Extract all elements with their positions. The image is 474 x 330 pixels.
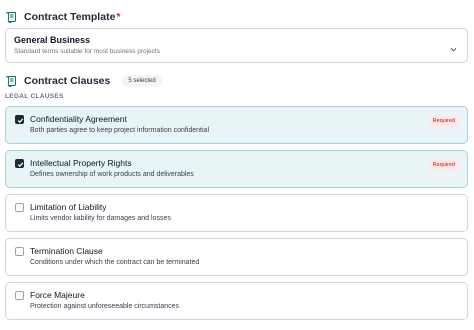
- selected-template-name: General Business: [14, 35, 91, 45]
- clause-checkbox[interactable]: [15, 159, 24, 168]
- clause-item[interactable]: Force Majeure Protection against unforese…: [5, 282, 468, 320]
- contract-template-header: Contract Template*: [5, 10, 121, 23]
- clause-description: Limits vendor liability for damages and …: [30, 215, 171, 222]
- check-icon: [17, 117, 23, 123]
- clause-description: Defines ownership of work products and d…: [30, 171, 194, 178]
- clause-item[interactable]: Termination Clause Conditions under which…: [5, 238, 468, 276]
- contract-clauses-header: Contract Clauses 5 selected: [5, 74, 162, 87]
- required-marker: *: [116, 10, 121, 23]
- clause-title: Confidentiality Agreement: [30, 114, 127, 124]
- clause-title: Intellectual Property Rights: [30, 158, 132, 168]
- clause-item[interactable]: Confidentiality Agreement Both parties ag…: [5, 106, 468, 144]
- clause-checkbox[interactable]: [15, 247, 24, 256]
- section-title: Contract Template*: [24, 10, 121, 23]
- clause-item[interactable]: Intellectual Property Rights Defines owne…: [5, 150, 468, 188]
- required-badge: Required: [428, 116, 459, 127]
- contract-template-select[interactable]: General Business Standard terms suitable…: [5, 28, 468, 63]
- clause-description: Both parties agree to keep project infor…: [30, 127, 209, 134]
- clause-checkbox[interactable]: [15, 203, 24, 212]
- chevron-down-icon[interactable]: [449, 41, 458, 52]
- clause-description: Protection against unforeseeable circums…: [30, 303, 180, 310]
- selected-count-badge: 5 selected: [122, 74, 162, 87]
- clause-description: Conditions under which the contract can …: [30, 259, 200, 266]
- clause-item[interactable]: Limitation of Liability Limits vendor lia…: [5, 194, 468, 232]
- clause-title: Termination Clause: [30, 246, 103, 256]
- required-badge: Required: [428, 160, 459, 171]
- scroll-icon: [5, 74, 18, 87]
- section-title: Contract Clauses: [24, 74, 111, 87]
- clause-checkbox[interactable]: [15, 115, 24, 124]
- check-icon: [17, 161, 23, 167]
- clause-title: Force Majeure: [30, 290, 85, 300]
- scroll-icon: [5, 10, 18, 23]
- selected-template-description: Standard terms suitable for most busines…: [14, 48, 160, 55]
- group-label: LEGAL CLAUSES: [5, 93, 64, 100]
- clause-title: Limitation of Liability: [30, 202, 107, 212]
- clause-checkbox[interactable]: [15, 291, 24, 300]
